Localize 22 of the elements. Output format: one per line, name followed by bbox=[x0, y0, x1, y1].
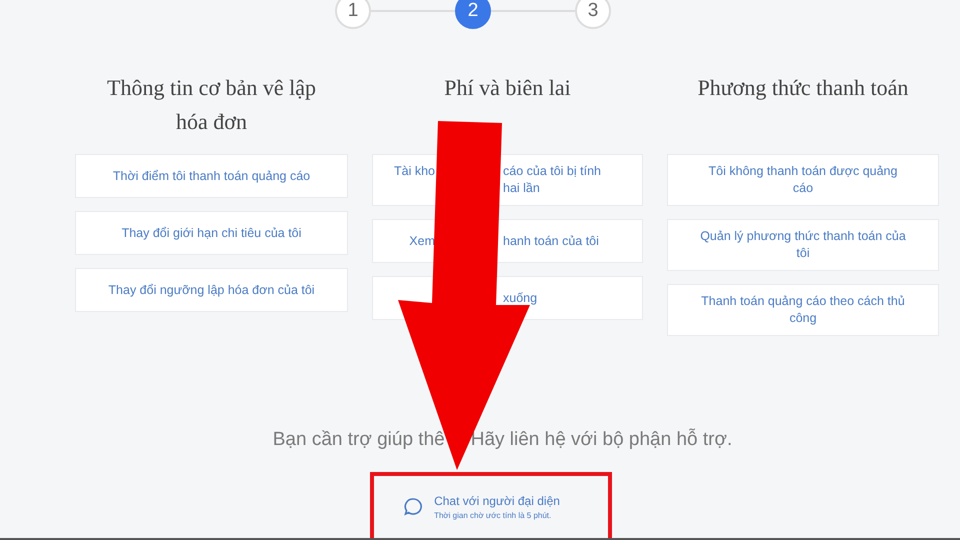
step-indicator[interactable]: 3 bbox=[575, 0, 611, 29]
link-text[interactable]: hai lần bbox=[503, 180, 628, 197]
help-link-card[interactable]: Thay đổi ngưỡng lập hóa đơn của tôi bbox=[75, 268, 348, 312]
step-indicator[interactable]: 1 bbox=[335, 0, 371, 29]
column-heading: Phương thức thanh toán bbox=[696, 74, 910, 102]
link-text[interactable]: hanh toán của tôi bbox=[503, 232, 628, 250]
help-link-card[interactable]: Thay đổi giới hạn chi tiêu của tôi bbox=[75, 211, 348, 255]
help-text: Bạn cần trợ giúp thê bbox=[272, 429, 445, 451]
chat-link[interactable]: Chat với người đại diện bbox=[434, 494, 560, 508]
link-text[interactable]: cáo của tôi bị tính bbox=[503, 163, 628, 180]
help-link-card[interactable]: Thanh toán quảng cáo theo cách thủ công bbox=[667, 284, 939, 336]
help-link-card[interactable]: Quản lý phương thức thanh toán của tôi bbox=[667, 219, 939, 271]
help-text: Hãy liên hệ với bộ phận hỗ trợ. bbox=[470, 429, 732, 451]
help-link-card[interactable]: Tôi không thanh toán được quảng cáo bbox=[667, 154, 939, 206]
help-link-card[interactable]: Thời điểm tôi thanh toán quảng cáo bbox=[75, 154, 348, 198]
chat-bubble-icon[interactable] bbox=[402, 496, 424, 518]
wait-time-text: Thời gian chờ ước tính là 5 phút. bbox=[434, 511, 552, 520]
link-text[interactable]: Tài kho bbox=[387, 163, 435, 180]
link-text[interactable]: xuống bbox=[503, 290, 628, 306]
column-heading: Thông tin cơ bản vê lập hóa đơn bbox=[106, 74, 317, 136]
column-heading: Phí và biên lai bbox=[443, 74, 572, 102]
step-indicator[interactable]: 2 bbox=[455, 0, 491, 29]
